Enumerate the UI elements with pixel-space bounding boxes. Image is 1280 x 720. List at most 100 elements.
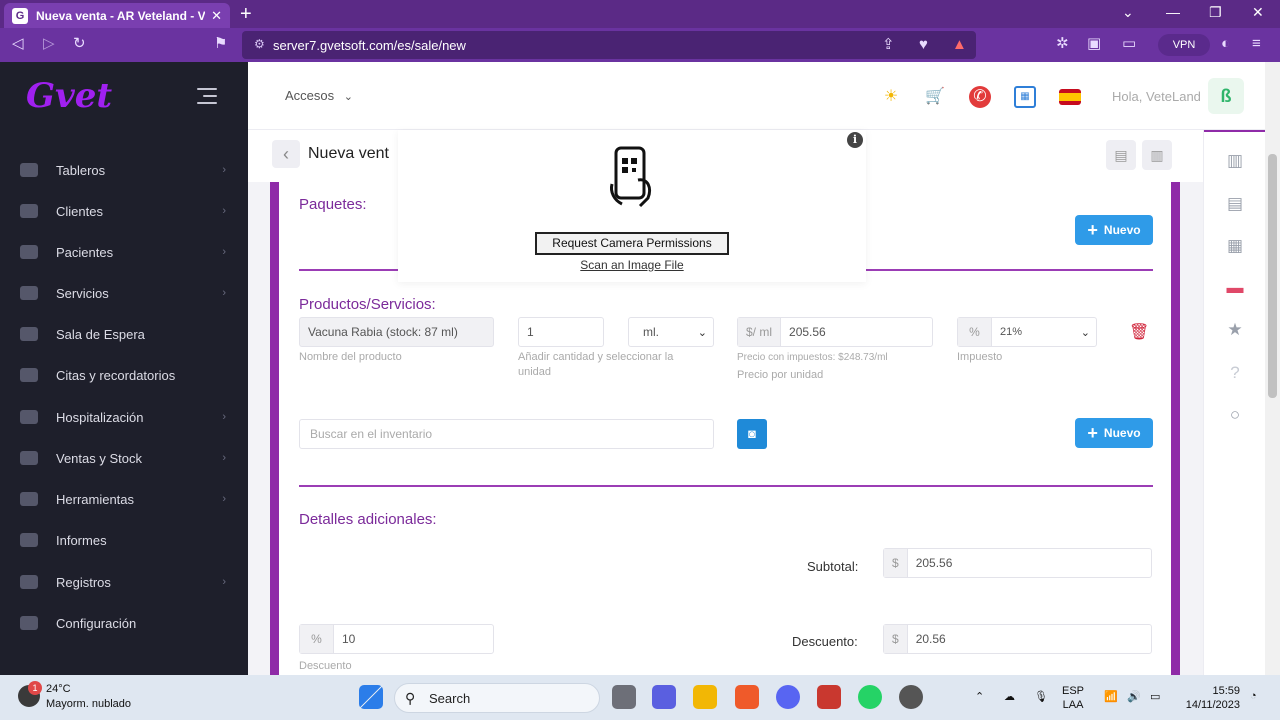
user-greeting[interactable]: Hola, VeteLand xyxy=(1112,89,1201,104)
sidebar-item-ventas-y-stock[interactable]: Ventas y Stock › xyxy=(20,445,230,471)
scan-image-file-link[interactable]: Scan an Image File xyxy=(398,258,866,272)
minimize-icon[interactable]: — xyxy=(1166,4,1180,20)
close-window-icon[interactable]: ✕ xyxy=(1252,4,1264,21)
product-name-help: Nombre del producto xyxy=(299,351,402,363)
back-icon[interactable]: ◁ xyxy=(12,35,24,53)
brave-icon[interactable] xyxy=(735,685,759,709)
menu-toggle-icon[interactable] xyxy=(197,88,217,109)
unit-price-field[interactable]: $/ ml 205.56 xyxy=(737,317,933,347)
unit-select[interactable]: ml. ⌄ xyxy=(628,317,714,347)
spain-flag-icon[interactable] xyxy=(1059,89,1081,105)
tab-list-icon[interactable]: ⌄ xyxy=(1122,4,1134,21)
app-logo[interactable]: Gvet xyxy=(26,76,112,116)
brave-shields-icon[interactable]: ♥ xyxy=(919,36,928,54)
obs-icon[interactable] xyxy=(899,685,923,709)
task-view-icon[interactable] xyxy=(612,685,636,709)
discount-percent-input[interactable]: % 10 xyxy=(299,624,494,654)
sidebar-toggle-icon[interactable]: ▣ xyxy=(1087,35,1101,53)
add-product-button[interactable]: + Nuevo xyxy=(1075,418,1153,448)
wifi-icon[interactable]: 📶 xyxy=(1104,690,1118,704)
camera-scan-button[interactable]: ◙ xyxy=(737,419,767,449)
help-icon[interactable]: ? xyxy=(1224,362,1246,384)
sidebar-item-servicios[interactable]: Servicios › xyxy=(20,280,230,306)
cart-icon[interactable]: 🛒 xyxy=(924,86,946,108)
browser-menu-icon[interactable]: ≡ xyxy=(1252,35,1261,53)
calendar-clock-icon[interactable]: ▦ xyxy=(1224,235,1246,257)
add-package-button[interactable]: + Nuevo xyxy=(1075,215,1153,245)
tax-help: Impuesto xyxy=(957,351,1003,363)
vpn-button[interactable]: VPN xyxy=(1158,34,1210,56)
star-icon[interactable]: ★ xyxy=(1224,319,1246,341)
notifications-icon[interactable]: ◔ xyxy=(1250,689,1257,703)
inventory-search-input[interactable]: Buscar en el inventario xyxy=(299,419,714,449)
bookmark-icon[interactable]: ⚑ xyxy=(214,35,227,53)
product-name-field[interactable]: Vacuna Rabia (stock: 87 ml) xyxy=(299,317,494,347)
site-info-icon[interactable]: ⚙ xyxy=(254,37,265,51)
forward-icon[interactable]: ▷ xyxy=(43,35,55,53)
receipt-icon[interactable]: ▤ xyxy=(1224,193,1246,215)
wallet-icon[interactable]: ▭ xyxy=(1122,35,1136,53)
address-bar[interactable]: ⚙ server7.gvetsoft.com/es/sale/new ⇪ ♥ ▲ xyxy=(242,31,976,59)
back-button[interactable]: ‹ xyxy=(272,140,300,168)
chevron-down-icon: ⌄ xyxy=(343,91,353,103)
whatsapp-app-icon[interactable] xyxy=(858,685,882,709)
search-icon[interactable]: ○ xyxy=(1224,404,1246,426)
sidebar-item-informes[interactable]: Informes xyxy=(20,527,230,553)
sidebar-item-icon xyxy=(20,327,38,341)
tax-select[interactable]: % 21% ⌄ xyxy=(957,317,1097,347)
cash-register-icon[interactable]: ▥ xyxy=(1224,150,1246,172)
clipboard-icon[interactable]: ▤ xyxy=(1106,140,1136,170)
clock[interactable]: 15:59 14/11/2023 xyxy=(1180,684,1240,712)
sidebar-item-hospitalizaci-n[interactable]: Hospitalización › xyxy=(20,404,230,430)
sidebar-item-pacientes[interactable]: Pacientes › xyxy=(20,239,230,265)
browser-tab[interactable]: G Nueva venta - AR Veteland - Vete ✕ xyxy=(4,3,230,28)
sidebar-item-configuraci-n[interactable]: Configuración xyxy=(20,610,230,636)
register-icon[interactable]: ▥ xyxy=(1142,140,1172,170)
volume-icon[interactable]: 🔊 xyxy=(1127,690,1141,704)
subtotal-field[interactable]: $ 205.56 xyxy=(883,548,1152,578)
request-camera-button[interactable]: Request Camera Permissions xyxy=(535,232,729,255)
discount-amount-field[interactable]: $ 20.56 xyxy=(883,624,1152,654)
taskbar-search[interactable]: ⚲ Search xyxy=(394,683,600,713)
scrollbar-thumb[interactable] xyxy=(1268,154,1277,398)
brave-rewards-icon[interactable]: ▲ xyxy=(952,36,967,54)
start-icon[interactable] xyxy=(359,685,383,709)
file-explorer-icon[interactable] xyxy=(693,685,717,709)
sidebar-item-tableros[interactable]: Tableros › xyxy=(20,157,230,183)
browser-tab-strip: G Nueva venta - AR Veteland - Vete ✕ + ⌄… xyxy=(0,0,1280,28)
theme-sun-icon[interactable]: ☀ xyxy=(880,86,902,108)
add-product-label: Nuevo xyxy=(1103,426,1141,440)
sidebar-item-citas-y-recordatorios[interactable]: Citas y recordatorios xyxy=(20,362,230,388)
language-indicator[interactable]: ESP LAA xyxy=(1062,684,1084,712)
extensions-icon[interactable]: ✲ xyxy=(1056,35,1069,53)
discord-icon[interactable] xyxy=(776,685,800,709)
user-avatar[interactable]: ß xyxy=(1208,78,1244,114)
microphone-icon[interactable]: 🎙 xyxy=(1034,690,1048,704)
chat-icon[interactable]: ▬ xyxy=(1224,277,1246,299)
right-tool-rail: ▥ ▤ ▦ ▬ ★ ? ○ xyxy=(1203,130,1265,675)
tray-overflow-icon[interactable]: ⌃ xyxy=(975,690,984,704)
sidebar-item-icon xyxy=(20,492,38,506)
sidebar-item-sala-de-espera[interactable]: Sala de Espera xyxy=(20,321,230,347)
brave-active-icon[interactable] xyxy=(817,685,841,709)
chevron-down-icon: ⌄ xyxy=(697,326,707,339)
sidebar-item-registros[interactable]: Registros › xyxy=(20,569,230,595)
leo-ai-icon[interactable]: ◐ xyxy=(1221,35,1230,53)
quantity-input[interactable]: 1 xyxy=(518,317,604,347)
maximize-icon[interactable]: ❐ xyxy=(1209,4,1222,21)
teams-icon[interactable] xyxy=(652,685,676,709)
reload-icon[interactable]: ↻ xyxy=(73,35,86,53)
close-tab-icon[interactable]: ✕ xyxy=(211,8,222,24)
delete-product-icon[interactable]: 🗑 xyxy=(1129,322,1149,342)
sidebar-item-clientes[interactable]: Clientes › xyxy=(20,198,230,224)
calendar-icon[interactable]: ▦ xyxy=(1014,86,1036,108)
whatsapp-icon[interactable]: ✆ xyxy=(969,86,991,108)
onedrive-icon[interactable]: ☁ xyxy=(1004,690,1015,704)
new-tab-icon[interactable]: + xyxy=(240,3,252,25)
battery-icon[interactable]: ▭ xyxy=(1150,690,1160,704)
accesos-dropdown[interactable]: Accesos ⌄ xyxy=(285,88,353,103)
page-scrollbar[interactable] xyxy=(1265,62,1280,675)
sidebar-item-herramientas[interactable]: Herramientas › xyxy=(20,486,230,512)
share-icon[interactable]: ⇪ xyxy=(882,36,895,54)
info-icon[interactable]: i xyxy=(847,132,863,148)
